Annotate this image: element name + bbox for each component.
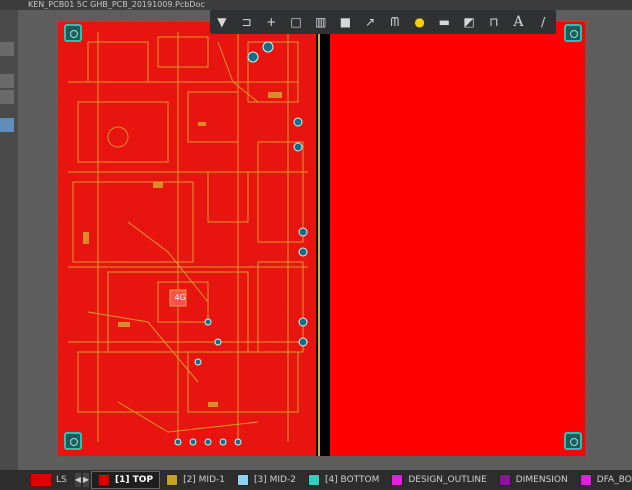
layer-tab-label: [1] TOP: [115, 475, 154, 485]
mounting-hole[interactable]: [64, 24, 82, 42]
mounting-hole[interactable]: [64, 432, 82, 450]
select-rect-icon[interactable]: □: [284, 11, 308, 33]
layer-swatch: [166, 474, 179, 486]
component-label: 4G: [174, 293, 186, 302]
layer-tab-mid-1[interactable]: [2] MID-1: [160, 472, 231, 488]
layer-tab-dfa-boundary[interactable]: DFA_BOUN: [574, 472, 632, 488]
layer-set-swatch: [30, 473, 52, 487]
layer-swatch: [579, 474, 592, 486]
layer-tab-dimension[interactable]: DIMENSION: [493, 472, 574, 488]
chart-icon[interactable]: ▥: [309, 11, 333, 33]
mounting-hole[interactable]: [564, 24, 582, 42]
layer-swatch: [307, 474, 320, 486]
layer-tab-label: DFA_BOUN: [596, 475, 632, 485]
line-icon[interactable]: /: [531, 11, 555, 33]
via-icon[interactable]: ●: [408, 11, 432, 33]
layer-tab-label: DESIGN_OUTLINE: [408, 475, 487, 485]
polygon-icon[interactable]: ◩: [457, 11, 481, 33]
document-tab[interactable]: KEN_PCB01 5C GHB_PCB_20191009.PcbDoc: [28, 0, 228, 9]
layer-swatch: [237, 474, 249, 486]
layer-set-label: LS: [56, 475, 67, 485]
pcb-traces: [68, 32, 308, 446]
mounting-hole[interactable]: [564, 432, 582, 450]
pcb-layout-top-copper[interactable]: 4G: [58, 22, 316, 456]
prev-layer-button[interactable]: ◀: [74, 473, 81, 487]
layer-tab-label: DIMENSION: [515, 475, 568, 485]
layer-tab-mid-2[interactable]: [3] MID-2: [231, 472, 302, 488]
layer-tabs-bar: LS ◀ ▶ [1] TOP [2] MID-1 [3] MID-2 [4] B…: [0, 470, 632, 490]
route-icon[interactable]: ⊐: [235, 11, 259, 33]
left-panel: [0, 10, 18, 470]
diff-pair-icon[interactable]: ᗰ: [383, 11, 407, 33]
title-bar: KEN_PCB01 5C GHB_PCB_20191009.PcbDoc: [0, 0, 632, 10]
interactive-route-icon[interactable]: ↗: [358, 11, 382, 33]
dimension-icon[interactable]: ⊓: [482, 11, 506, 33]
layer-tab-top[interactable]: [1] TOP: [91, 471, 161, 489]
panel-button[interactable]: [0, 74, 14, 88]
layer-swatch: [98, 474, 111, 486]
filter-icon[interactable]: ▼: [210, 11, 234, 33]
panel-button[interactable]: [0, 42, 14, 56]
component-icon[interactable]: ■: [334, 11, 358, 33]
layer-set[interactable]: LS: [30, 472, 75, 488]
layer-tab-label: [2] MID-1: [183, 475, 225, 485]
layer-swatch: [391, 474, 404, 486]
fill-icon[interactable]: ▬: [432, 11, 456, 33]
pcb-layout-copper-pour[interactable]: [330, 22, 585, 456]
layer-tab-design-outline[interactable]: DESIGN_OUTLINE: [385, 472, 492, 488]
layer-swatch: [498, 474, 511, 486]
panel-button-selected[interactable]: [0, 118, 14, 132]
next-layer-button[interactable]: ▶: [82, 473, 90, 487]
board-split-gap: [316, 22, 330, 456]
split-line: [318, 22, 320, 456]
layer-tab-label: [4] BOTTOM: [324, 475, 380, 485]
layer-tab-bottom[interactable]: [4] BOTTOM: [302, 472, 385, 488]
layer-tab-label: [3] MID-2: [254, 475, 296, 485]
active-bar-toolbar: ▼ ⊐ + □ ▥ ■ ↗ ᗰ ● ▬ ◩ ⊓ A /: [210, 10, 556, 34]
cross-icon[interactable]: +: [259, 11, 283, 33]
string-icon[interactable]: A: [507, 11, 531, 33]
panel-button[interactable]: [0, 90, 14, 104]
